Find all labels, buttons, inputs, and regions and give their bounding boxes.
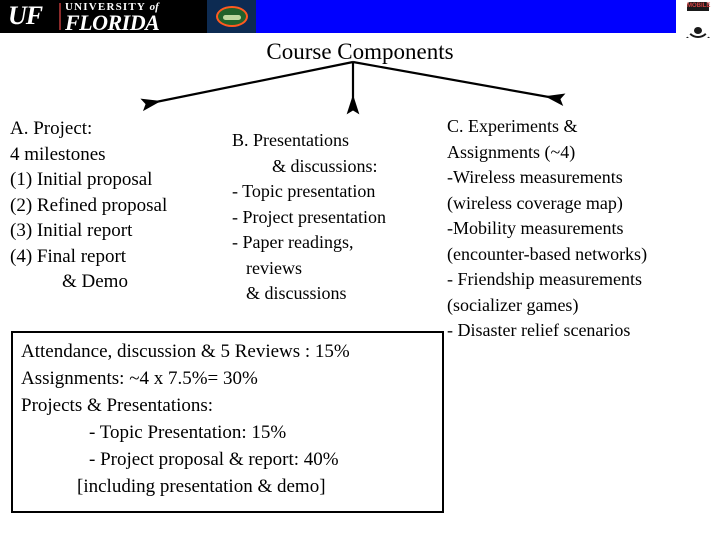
column-project: A. Project: 4 milestones (1) Initial pro… <box>10 116 232 295</box>
text-line: Assignments (~4) <box>447 141 576 162</box>
gator-icon <box>216 6 248 27</box>
text-line: -Mobility measurements <box>447 218 624 238</box>
text-line: & discussions <box>246 283 347 303</box>
text-line: 4 milestones <box>10 143 106 165</box>
text-line: - Paper readings, <box>232 232 354 252</box>
text-line: C. Experiments & <box>447 116 578 136</box>
text-line: [including presentation & demo] <box>77 476 326 497</box>
text-line: (4) Final report <box>10 245 127 267</box>
grading-box: Attendance, discussion & 5 Reviews : 15%… <box>11 331 444 513</box>
text-line: Assignments: ~4 x 7.5%= 30% <box>21 368 258 389</box>
text-line: (socializer games) <box>447 294 579 315</box>
uf-florida-text: FLORIDA <box>65 10 160 33</box>
text-line: - Project presentation <box>232 206 386 227</box>
lab-ring-inner <box>686 14 710 38</box>
column-experiments: C. Experiments & Assignments (~4) -Wirel… <box>447 114 720 344</box>
header-banner: UF UNIVERSITY of FLORIDA <box>0 0 720 33</box>
uf-wordmark: UNIVERSITY of FLORIDA <box>65 1 205 33</box>
text-line: (encounter-based networks) <box>447 243 648 264</box>
arrow-to-experiments <box>352 60 566 107</box>
uf-logo-divider <box>59 3 61 30</box>
text-line: (2) Refined proposal <box>10 194 168 216</box>
text-line: & Demo <box>62 271 128 292</box>
text-line: (1) Initial proposal <box>10 169 153 190</box>
text-line: - Friendship measurements <box>447 269 642 289</box>
text-line: - Project proposal & report: 40% <box>89 449 339 470</box>
text-line: (wireless coverage map) <box>447 192 623 213</box>
text-line: (3) Initial report <box>10 220 133 241</box>
text-line: - Disaster relief scenarios <box>447 320 631 340</box>
text-line: reviews <box>246 257 302 278</box>
lab-logo-dot <box>694 27 702 34</box>
slide-canvas: UF UNIVERSITY of FLORIDA MOBILE Course C… <box>0 0 720 540</box>
text-line: A. Project: <box>10 118 93 139</box>
text-line: - Topic Presentation: 15% <box>89 422 287 443</box>
uf-logo: UF UNIVERSITY of FLORIDA <box>0 0 207 33</box>
text-line: & discussions: <box>272 155 378 176</box>
page-title: Course Components <box>266 39 454 64</box>
lab-logo: MOBILE <box>676 0 720 38</box>
text-line: -Wireless measurements <box>447 167 623 187</box>
arrow-to-project <box>140 60 354 112</box>
column-presentations: B. Presentations & discussions: - Topic … <box>232 128 447 307</box>
gator-logo-panel <box>207 0 256 33</box>
grading-list: Attendance, discussion & 5 Reviews : 15%… <box>21 338 441 500</box>
text-line: B. Presentations <box>232 130 349 150</box>
text-line: - Topic presentation <box>232 181 376 201</box>
uf-monogram: UF <box>8 1 43 30</box>
text-line: Attendance, discussion & 5 Reviews : 15% <box>21 341 350 362</box>
text-line: Projects & Presentations: <box>21 395 214 416</box>
